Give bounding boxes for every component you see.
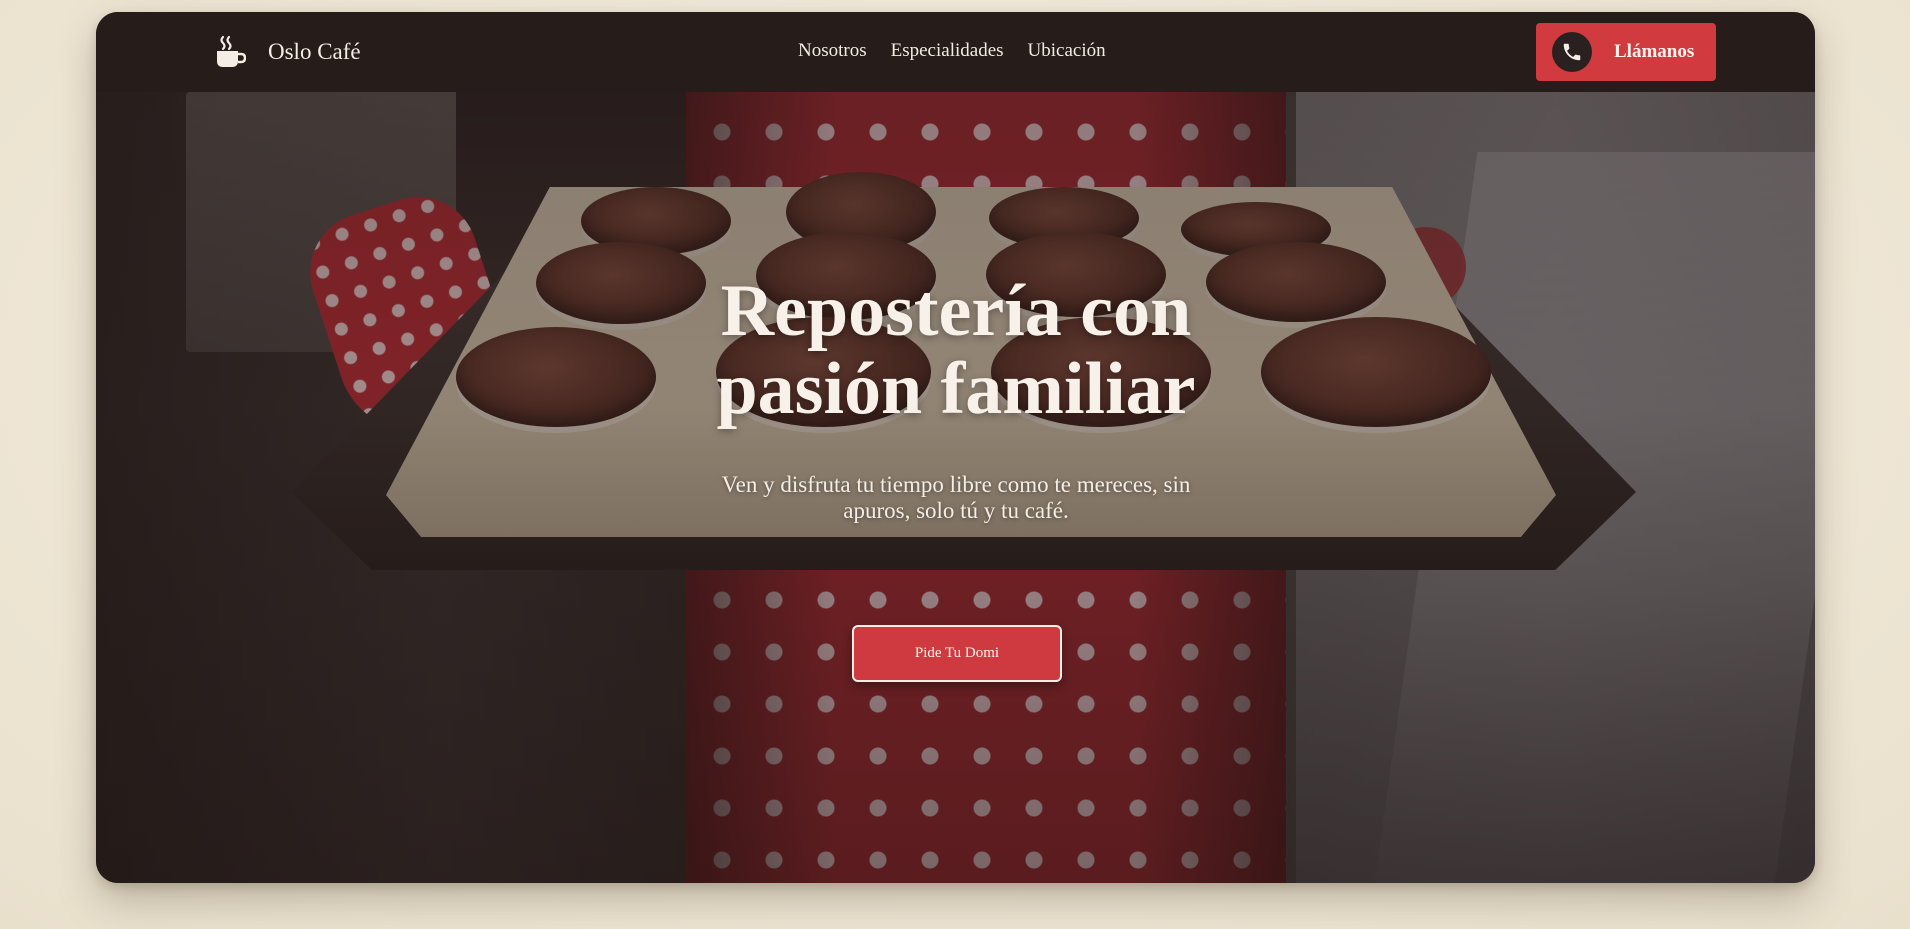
hero-subtitle: Ven y disfruta tu tiempo libre como te m… (661, 472, 1251, 524)
nav-link-nosotros[interactable]: Nosotros (798, 40, 867, 62)
brand-logo[interactable]: Oslo Café (214, 34, 361, 70)
coffee-cup-icon (214, 35, 247, 69)
main-menu: Nosotros Especialidades Ubicación (798, 40, 1106, 62)
hero-headline-line-2: pasión familiar (716, 348, 1196, 430)
hero-section: Repostería con pasión familiar Ven y dis… (96, 92, 1815, 883)
hero-headline-line-1: Repostería con (720, 270, 1192, 352)
nav-link-ubicacion[interactable]: Ubicación (1028, 40, 1106, 62)
hero-subtitle-line-2: apuros, solo tú y tu café. (843, 498, 1069, 523)
site-frame: Repostería con pasión familiar Ven y dis… (96, 12, 1815, 883)
phone-icon (1552, 32, 1592, 72)
top-navbar: Oslo Café Nosotros Especialidades Ubicac… (96, 12, 1815, 92)
nav-link-especialidades[interactable]: Especialidades (891, 40, 1004, 62)
call-us-button[interactable]: Llámanos (1536, 23, 1716, 81)
hero-subtitle-line-1: Ven y disfruta tu tiempo libre como te m… (721, 472, 1191, 497)
call-us-label: Llámanos (1614, 41, 1695, 62)
hero-headline: Repostería con pasión familiar (656, 272, 1256, 428)
brand-name: Oslo Café (268, 39, 361, 64)
order-delivery-button[interactable]: Pide Tu Domi (852, 625, 1062, 682)
